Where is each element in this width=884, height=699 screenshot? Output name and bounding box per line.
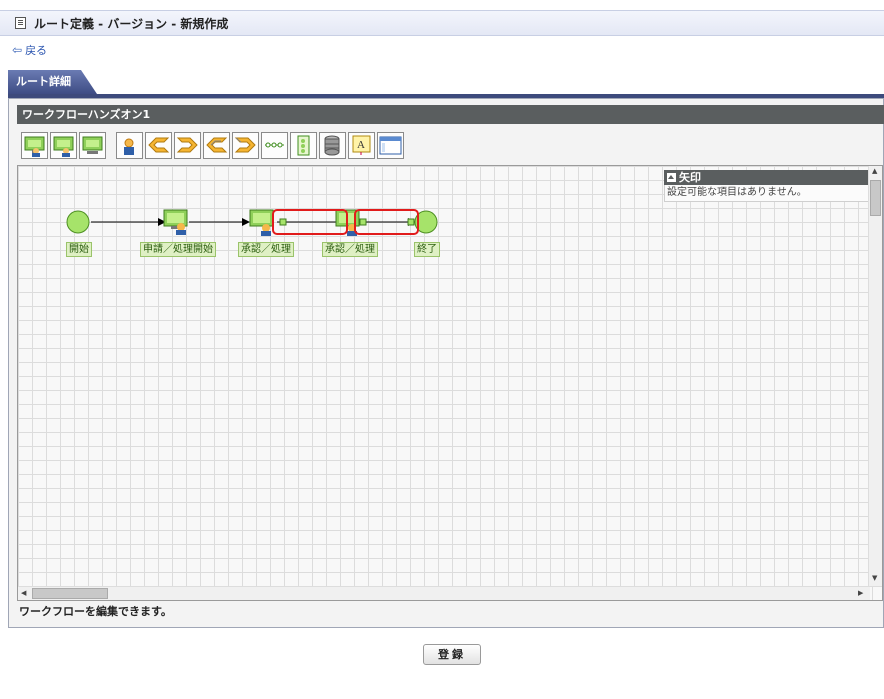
register-button[interactable]: 登録	[423, 644, 481, 665]
vertical-scrollbar[interactable]: ▲ ▼	[868, 166, 882, 586]
node-label-end[interactable]: 終了	[414, 242, 440, 257]
property-panel-header[interactable]: 矢印	[664, 170, 870, 185]
scroll-right-icon[interactable]: ▶	[858, 589, 863, 597]
connector-handle[interactable]	[407, 218, 415, 226]
node-label-apply[interactable]: 申請／処理開始	[140, 242, 216, 257]
connector-handle[interactable]	[359, 218, 367, 226]
node-label-approve-1[interactable]: 承認／処理	[238, 242, 294, 257]
back-link[interactable]: 戻る	[25, 42, 47, 58]
scroll-down-icon[interactable]: ▼	[872, 574, 877, 582]
database-icon[interactable]	[319, 131, 346, 159]
status-bar: ワークフローを編集できます。	[17, 603, 883, 621]
collapse-icon[interactable]	[667, 173, 676, 182]
node-label-approve-2[interactable]: 承認／処理	[322, 242, 378, 257]
scroll-left-icon[interactable]: ◀	[21, 589, 26, 597]
split-node-alt-icon[interactable]	[203, 131, 230, 159]
user-node-icon[interactable]	[116, 131, 143, 159]
window-title-bar: ルート定義 - バージョン - 新規作成	[0, 10, 884, 36]
tab-route-detail[interactable]: ルート詳細	[8, 70, 97, 94]
join-node-icon[interactable]	[174, 131, 201, 159]
straight-line-icon[interactable]	[261, 131, 288, 159]
window-icon[interactable]	[377, 131, 404, 159]
svg-text:A: A	[357, 139, 365, 151]
workflow-diagram	[66, 209, 438, 236]
window-title: ルート定義 - バージョン - 新規作成	[34, 16, 229, 31]
apply-node-icon[interactable]	[163, 209, 188, 235]
start-node-circle[interactable]	[66, 210, 90, 234]
split-node-icon[interactable]	[145, 131, 172, 159]
document-icon	[15, 17, 26, 29]
back-arrow-icon[interactable]: ⇦	[12, 43, 22, 57]
route-detail-panel: ワークフローハンズオン1 A 開始 申請／処理開始 承認／処理 承認／処理 終了…	[8, 98, 884, 628]
process-node-icon[interactable]	[79, 131, 106, 159]
scroll-up-icon[interactable]: ▲	[872, 167, 877, 175]
node-label-start[interactable]: 開始	[66, 242, 92, 257]
horizontal-scrollbar[interactable]: ◀ ▶	[18, 586, 870, 600]
property-panel: 矢印 設定可能な項目はありません。	[664, 170, 870, 204]
text-label-icon[interactable]: A	[348, 131, 375, 159]
vertical-node-icon[interactable]	[290, 131, 317, 159]
confirm-node-icon[interactable]	[50, 131, 77, 159]
apply-node-icon[interactable]	[21, 131, 48, 159]
node-toolbar: A	[17, 130, 884, 160]
approve-node-1-icon[interactable]	[249, 209, 274, 236]
vertical-scroll-thumb[interactable]	[870, 180, 881, 216]
horizontal-scroll-thumb[interactable]	[32, 588, 108, 599]
tab-bar: ルート詳細	[8, 70, 884, 98]
connector-handle[interactable]	[279, 218, 287, 226]
page: ルート定義 - バージョン - 新規作成 ⇦ 戻る ルート詳細 ワークフローハン…	[0, 0, 884, 699]
back-bar: ⇦ 戻る	[0, 39, 884, 61]
property-panel-title: 矢印	[679, 171, 701, 184]
join-node-alt-icon[interactable]	[232, 131, 259, 159]
property-panel-message: 設定可能な項目はありません。	[664, 185, 870, 202]
workflow-canvas[interactable]: 開始 申請／処理開始 承認／処理 承認／処理 終了 矢印 設定可能な項目はありま…	[17, 165, 883, 601]
workflow-name-header: ワークフローハンズオン1	[17, 105, 884, 124]
